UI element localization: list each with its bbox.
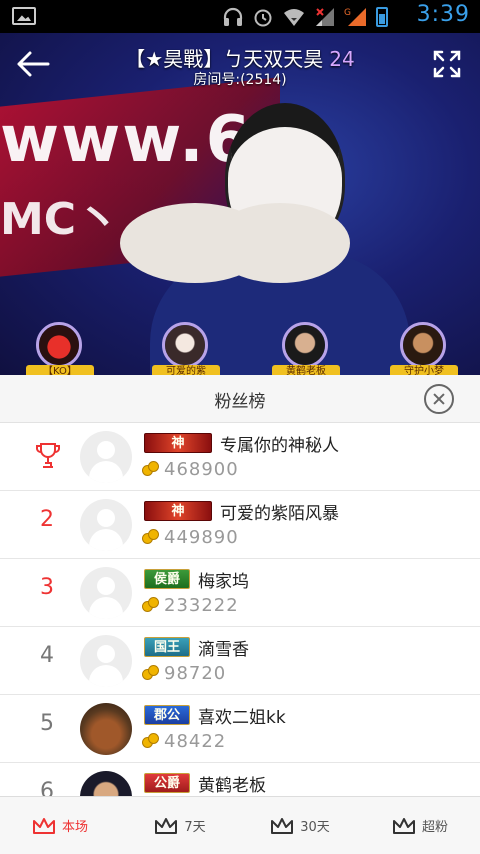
headset-icon bbox=[223, 7, 243, 26]
trophy-icon bbox=[36, 443, 60, 468]
fan-chip[interactable]: 【KO】 bbox=[20, 320, 100, 379]
room-name: 【★昊戰】ㄅ天双天昊 bbox=[125, 47, 324, 71]
coin-icon bbox=[142, 461, 160, 477]
coin-icon bbox=[142, 665, 160, 681]
avatar bbox=[162, 322, 208, 368]
status-icons: G bbox=[222, 5, 388, 29]
avatar bbox=[80, 567, 132, 619]
back-arrow-icon[interactable] bbox=[16, 49, 50, 79]
wifi-icon bbox=[284, 9, 304, 26]
tab-label: 本场 bbox=[61, 820, 88, 835]
room-number: 房间号:(2514) bbox=[193, 72, 287, 88]
rank-badge: 神 bbox=[144, 433, 212, 453]
svg-text:G: G bbox=[344, 8, 351, 18]
list-item[interactable]: 3 侯爵 梅家坞 233222 bbox=[0, 559, 480, 627]
fan-chip[interactable]: 黄鹤老板 bbox=[266, 320, 346, 379]
crown-icon bbox=[271, 817, 294, 834]
rank-badge: 神 bbox=[144, 501, 212, 521]
alarm-icon bbox=[254, 9, 272, 27]
tab-label: 超粉 bbox=[421, 820, 448, 835]
signal-1-icon bbox=[316, 8, 334, 26]
fan-chip[interactable]: 守护小梦 bbox=[384, 320, 464, 379]
user-name: 可爱的紫陌风暴 bbox=[220, 504, 339, 524]
coin-icon bbox=[142, 733, 160, 749]
room-title: 【★昊戰】ㄅ天双天昊 24 bbox=[80, 43, 400, 72]
rank-badge: 公爵 bbox=[144, 773, 190, 793]
rank-number: 5 bbox=[40, 711, 54, 736]
rank-number: 2 bbox=[40, 507, 54, 532]
tab-label: 7天 bbox=[184, 820, 206, 835]
score: 468900 bbox=[164, 459, 239, 480]
status-bar: G 3:39 bbox=[0, 0, 480, 33]
room-topbar: 【★昊戰】ㄅ天双天昊 24 房间号:(2514) bbox=[0, 33, 480, 95]
list-item[interactable]: 4 国王 滴雪香 98720 bbox=[0, 627, 480, 695]
tab-super-fans[interactable]: 超粉 bbox=[360, 797, 480, 854]
fans-ranking-list[interactable]: 神 专属你的神秘人 468900 2 神 可爱的紫陌风暴 449890 3 侯爵… bbox=[0, 423, 480, 796]
avatar bbox=[80, 635, 132, 687]
user-name: 梅家坞 bbox=[198, 572, 249, 592]
fan-chip[interactable]: 可爱的紫 bbox=[146, 320, 226, 379]
score: 98720 bbox=[164, 663, 227, 684]
crown-icon bbox=[392, 817, 415, 834]
clock: 3:39 bbox=[416, 2, 470, 27]
tab-label: 30天 bbox=[300, 820, 330, 835]
crown-icon bbox=[32, 817, 55, 834]
tab-30-days[interactable]: 30天 bbox=[240, 797, 360, 854]
rank-badge: 侯爵 bbox=[144, 569, 190, 589]
avatar bbox=[80, 771, 132, 796]
rank-number: 6 bbox=[40, 779, 54, 796]
video-background-text-2: MC丶 bbox=[0, 194, 121, 245]
user-name: 滴雪香 bbox=[198, 640, 249, 660]
close-icon[interactable] bbox=[424, 384, 454, 414]
rank-number: 3 bbox=[40, 575, 54, 600]
score: 233222 bbox=[164, 595, 239, 616]
user-name: 专属你的神秘人 bbox=[220, 436, 339, 456]
list-item[interactable]: 2 神 可爱的紫陌风暴 449890 bbox=[0, 491, 480, 559]
battery-icon bbox=[376, 7, 388, 27]
avatar bbox=[80, 431, 132, 483]
avatar bbox=[80, 703, 132, 755]
fullscreen-icon[interactable] bbox=[432, 49, 462, 79]
rank-badge: 郡公 bbox=[144, 705, 190, 725]
user-name: 喜欢二姐kk bbox=[198, 708, 286, 728]
list-item[interactable]: 5 郡公 喜欢二姐kk 48422 bbox=[0, 695, 480, 763]
crown-icon bbox=[155, 817, 178, 834]
coin-icon bbox=[142, 597, 160, 613]
avatar bbox=[36, 322, 82, 368]
list-item[interactable]: 6 公爵 黄鹤老板 bbox=[0, 763, 480, 796]
top-fans-strip: 【KO】 可爱的紫 黄鹤老板 守护小梦 bbox=[0, 320, 480, 379]
avatar bbox=[80, 499, 132, 551]
tab-7-days[interactable]: 7天 bbox=[120, 797, 240, 854]
viewer-count: 24 bbox=[329, 47, 355, 71]
score: 449890 bbox=[164, 527, 239, 548]
fans-board-header: 粉丝榜 bbox=[0, 375, 480, 423]
score: 48422 bbox=[164, 731, 227, 752]
tab-this-session[interactable]: 本场 bbox=[0, 797, 120, 854]
rank-number: 4 bbox=[40, 643, 54, 668]
avatar bbox=[400, 322, 446, 368]
period-tabs: 本场 7天 30天 超粉 bbox=[0, 796, 480, 854]
gallery-notification-icon bbox=[12, 7, 36, 25]
list-item[interactable]: 神 专属你的神秘人 468900 bbox=[0, 423, 480, 491]
rank-badge: 国王 bbox=[144, 637, 190, 657]
board-title: 粉丝榜 bbox=[214, 392, 266, 412]
signal-2-icon: G bbox=[344, 8, 366, 26]
user-name: 黄鹤老板 bbox=[198, 776, 266, 796]
avatar bbox=[282, 322, 328, 368]
coin-icon bbox=[142, 529, 160, 545]
